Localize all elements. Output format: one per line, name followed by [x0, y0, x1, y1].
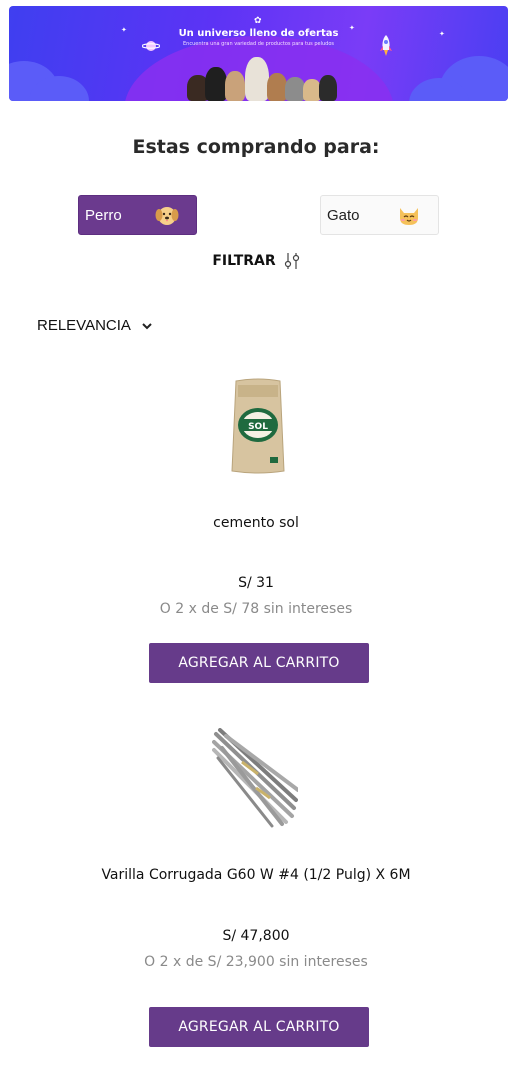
pets-illustration [187, 54, 337, 101]
chevron-down-icon [142, 322, 152, 329]
sliders-icon [284, 253, 299, 269]
promo-banner[interactable]: ✦ ✦ ✦ ✿ Un universo lleno de ofertas Enc… [9, 6, 508, 101]
steel-rebar-image[interactable] [212, 728, 298, 828]
product-name[interactable]: cemento sol [0, 515, 512, 531]
bag-brand-label: SOL [248, 422, 268, 432]
star-icon: ✿ [254, 16, 262, 26]
page-heading: Estas comprando para: [132, 136, 380, 158]
dog-face-icon [155, 207, 179, 225]
add-to-cart-button[interactable]: AGREGAR AL CARRITO [149, 1007, 369, 1047]
product-name[interactable]: Varilla Corrugada G60 W #4 (1/2 Pulg) X … [0, 867, 512, 883]
product-price: S/ 47,800 [222, 928, 290, 944]
pet-option-label: Gato [327, 206, 360, 224]
cement-bag-image[interactable]: SOL [230, 377, 286, 477]
pet-option-cat[interactable]: Gato [320, 195, 439, 235]
cat-face-icon [400, 208, 418, 225]
pet-option-label: Perro [85, 206, 122, 224]
product-price: S/ 31 [238, 575, 274, 591]
sort-dropdown[interactable]: RELEVANCIA [37, 317, 153, 334]
sort-label: RELEVANCIA [37, 317, 131, 334]
pet-option-dog[interactable]: Perro [78, 195, 197, 235]
filter-button[interactable]: FILTRAR [0, 252, 512, 270]
product-installments: O 2 x de S/ 78 sin intereses [159, 601, 353, 617]
banner-subtitle: Encuentra una gran variedad de productos… [183, 41, 334, 47]
product-installments: O 2 x de S/ 23,900 sin intereses [144, 954, 368, 970]
filter-label: FILTRAR [212, 253, 276, 269]
banner-title: Un universo lleno de ofertas [178, 28, 339, 39]
add-to-cart-button[interactable]: AGREGAR AL CARRITO [149, 643, 369, 683]
